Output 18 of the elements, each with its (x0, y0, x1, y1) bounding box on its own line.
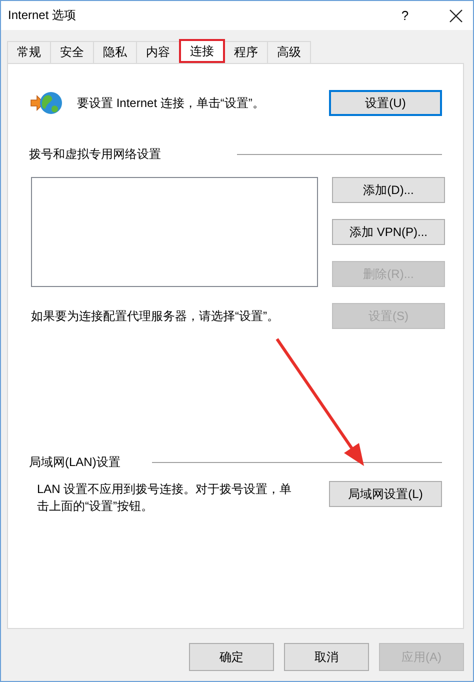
connection-instruction: 要设置 Internet 连接，单击“设置”。 (77, 94, 266, 112)
proxy-note: 如果要为连接配置代理服务器，请选择“设置”。 (31, 308, 280, 324)
connection-list[interactable] (31, 177, 318, 287)
section-heading: 局域网(LAN)设置 (29, 454, 120, 471)
add-button[interactable]: 添加(D)... (332, 177, 445, 203)
section-heading: 拨号和虚拟专用网络设置 (29, 146, 161, 163)
close-icon[interactable] (449, 8, 463, 22)
lan-settings-button[interactable]: 局域网设置(L) (329, 481, 442, 507)
tab[interactable]: 高级 (267, 41, 311, 63)
cancel-button[interactable]: 取消 (284, 643, 369, 671)
lan-description: LAN 设置不应用到拨号连接。对于拨号设置，单击上面的“设置”按钮。 (37, 481, 293, 515)
settings-button[interactable]: 设置(U) (329, 90, 442, 116)
add-vpn-button[interactable]: 添加 VPN(P)... (332, 219, 445, 245)
ok-button[interactable]: 确定 (189, 643, 274, 671)
help-button[interactable]: ? (395, 8, 415, 23)
window-title: Internet 选项 (8, 7, 78, 24)
tab[interactable]: 连接 (179, 39, 225, 63)
tab[interactable]: 常规 (7, 41, 51, 63)
